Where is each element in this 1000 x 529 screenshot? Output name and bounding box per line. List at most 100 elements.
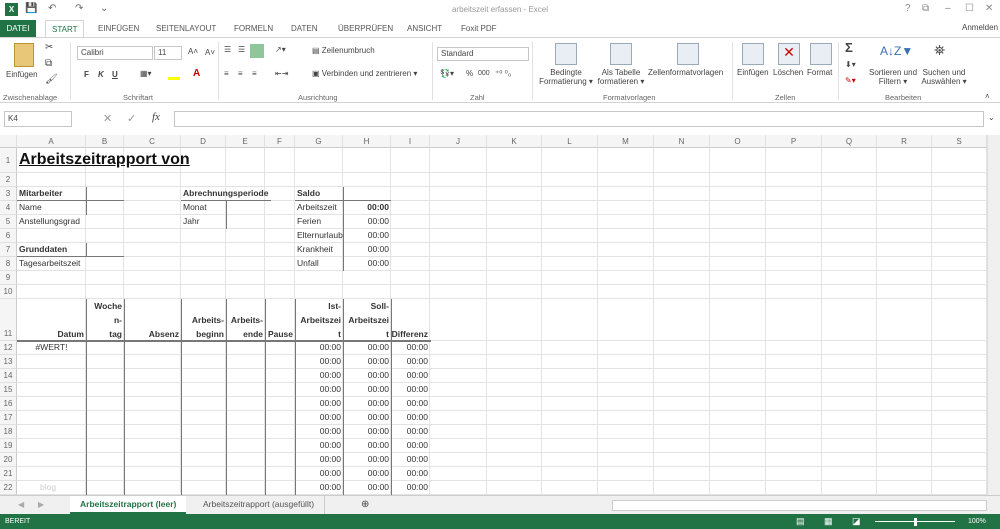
cell-I22[interactable]: 00:00: [391, 481, 430, 495]
cell-I21[interactable]: 00:00: [391, 467, 430, 481]
row-header-4[interactable]: 4: [0, 201, 17, 215]
column-header-D[interactable]: D: [181, 135, 226, 148]
row-header-1[interactable]: 1: [0, 148, 17, 173]
cell-G7[interactable]: Krankheit: [295, 243, 343, 257]
number-format-select[interactable]: Standard: [437, 47, 529, 61]
cell-D5[interactable]: Jahr: [181, 215, 226, 229]
name-box[interactable]: K4: [4, 111, 72, 127]
format-as-table-icon[interactable]: [610, 43, 632, 65]
cell-G22[interactable]: 00:00: [295, 481, 343, 495]
grow-font-icon[interactable]: A˄: [188, 47, 198, 56]
thousands-button[interactable]: 000: [478, 70, 490, 77]
cell-H19[interactable]: 00:00: [343, 439, 391, 453]
cell-A12[interactable]: #WERT!: [17, 341, 86, 355]
cell-I11[interactable]: Differenz: [391, 299, 430, 341]
help-icon[interactable]: ?: [905, 3, 911, 14]
tab-ueberpruefen[interactable]: ÜBERPRÜFEN: [332, 20, 399, 37]
tab-datei[interactable]: DATEI: [0, 20, 36, 37]
formula-input[interactable]: [174, 111, 984, 127]
cell-I19[interactable]: 00:00: [391, 439, 430, 453]
cell-G18[interactable]: 00:00: [295, 425, 343, 439]
cell-H16[interactable]: 00:00: [343, 397, 391, 411]
row-header-7[interactable]: 7: [0, 243, 17, 257]
tab-start[interactable]: START: [45, 20, 85, 37]
row-header-20[interactable]: 20: [0, 453, 17, 467]
cell-A1[interactable]: Arbeitszeitrapport von: [17, 148, 190, 173]
sheet-tab-ausgefuellt[interactable]: Arbeitszeitrapport (ausgefüllt): [193, 496, 326, 514]
cell-D11[interactable]: Arbeits- beginn: [181, 299, 226, 341]
ribbon-display-icon[interactable]: ⧉: [922, 3, 929, 14]
fill-color-icon[interactable]: [168, 70, 180, 80]
maximize-icon[interactable]: ☐: [965, 3, 974, 14]
cancel-icon[interactable]: ✕: [103, 112, 112, 125]
cell-G8[interactable]: Unfall: [295, 257, 343, 271]
align-bottom-icon[interactable]: [250, 44, 264, 58]
cell-styles-button[interactable]: Zellenformatvorlagen: [648, 68, 723, 77]
format-cells-icon[interactable]: [810, 43, 832, 65]
cell-H15[interactable]: 00:00: [343, 383, 391, 397]
delete-cells-icon[interactable]: ✕: [778, 43, 800, 65]
close-icon[interactable]: ✕: [985, 3, 993, 14]
row-header-19[interactable]: 19: [0, 439, 17, 453]
find-select-button[interactable]: Suchen und Auswählen ▾: [918, 68, 970, 86]
align-right-icon[interactable]: ≡: [252, 69, 257, 78]
wrap-text-button[interactable]: ▤ Zeilenumbruch: [312, 46, 375, 55]
expand-formula-icon[interactable]: ⌄: [988, 113, 995, 122]
minimize-icon[interactable]: –: [945, 3, 951, 14]
decimal-icon[interactable]: ⁺⁰ ⁰₀: [495, 69, 511, 78]
cell-C11[interactable]: Absenz: [124, 299, 181, 341]
next-sheet-icon[interactable]: ▶: [38, 500, 44, 509]
cell-A4[interactable]: Name: [17, 201, 86, 215]
column-header-A[interactable]: A: [17, 135, 86, 148]
cell-I17[interactable]: 00:00: [391, 411, 430, 425]
row-header-14[interactable]: 14: [0, 369, 17, 383]
cell-G6[interactable]: Elternurlaub: [295, 229, 343, 243]
tab-seitenlayout[interactable]: SEITENLAYOUT: [150, 20, 222, 37]
zoom-slider-thumb[interactable]: [914, 518, 917, 526]
merge-center-button[interactable]: ▣ Verbinden und zentrieren ▾: [312, 69, 417, 78]
align-left-icon[interactable]: ≡: [224, 69, 229, 78]
conditional-format-icon[interactable]: [555, 43, 577, 65]
cell-H13[interactable]: 00:00: [343, 355, 391, 369]
column-header-E[interactable]: E: [226, 135, 265, 148]
column-header-H[interactable]: H: [343, 135, 391, 148]
column-header-O[interactable]: O: [710, 135, 766, 148]
cell-H14[interactable]: 00:00: [343, 369, 391, 383]
column-header-M[interactable]: M: [598, 135, 654, 148]
tab-formeln[interactable]: FORMELN: [228, 20, 279, 37]
cell-A3[interactable]: Mitarbeiter: [17, 187, 86, 201]
cell-B11[interactable]: Woche n- tag: [86, 299, 124, 341]
sign-in-link[interactable]: Anmelden: [962, 23, 998, 32]
cell-styles-icon[interactable]: [677, 43, 699, 65]
cell-H21[interactable]: 00:00: [343, 467, 391, 481]
clear-icon[interactable]: ✎▾: [845, 76, 856, 85]
bold-button[interactable]: F: [84, 70, 89, 79]
cell-H20[interactable]: 00:00: [343, 453, 391, 467]
cell-I13[interactable]: 00:00: [391, 355, 430, 369]
cell-H6[interactable]: 00:00: [343, 229, 391, 243]
row-header-18[interactable]: 18: [0, 425, 17, 439]
align-center-icon[interactable]: ≡: [238, 69, 243, 78]
cell-H12[interactable]: 00:00: [343, 341, 391, 355]
cut-icon[interactable]: ✂: [45, 42, 53, 53]
cell-A5[interactable]: Anstellungsgrad: [17, 215, 86, 229]
cell-G16[interactable]: 00:00: [295, 397, 343, 411]
cell-H22[interactable]: 00:00: [343, 481, 391, 495]
align-middle-icon[interactable]: ☰: [238, 45, 245, 54]
cell-G13[interactable]: 00:00: [295, 355, 343, 369]
font-size-select[interactable]: 11: [154, 46, 182, 60]
cell-I16[interactable]: 00:00: [391, 397, 430, 411]
cell-G21[interactable]: 00:00: [295, 467, 343, 481]
tab-foxit[interactable]: Foxit PDF: [455, 20, 503, 37]
row-header-9[interactable]: 9: [0, 271, 17, 285]
tab-daten[interactable]: DATEN: [285, 20, 324, 37]
cell-G5[interactable]: Ferien: [295, 215, 343, 229]
column-header-C[interactable]: C: [124, 135, 181, 148]
row-header-10[interactable]: 10: [0, 285, 17, 299]
column-header-B[interactable]: B: [86, 135, 124, 148]
enter-icon[interactable]: ✓: [127, 112, 136, 125]
insert-cells-icon[interactable]: [742, 43, 764, 65]
font-name-select[interactable]: Calibri: [77, 46, 153, 60]
row-header-15[interactable]: 15: [0, 383, 17, 397]
row-header-3[interactable]: 3: [0, 187, 17, 201]
